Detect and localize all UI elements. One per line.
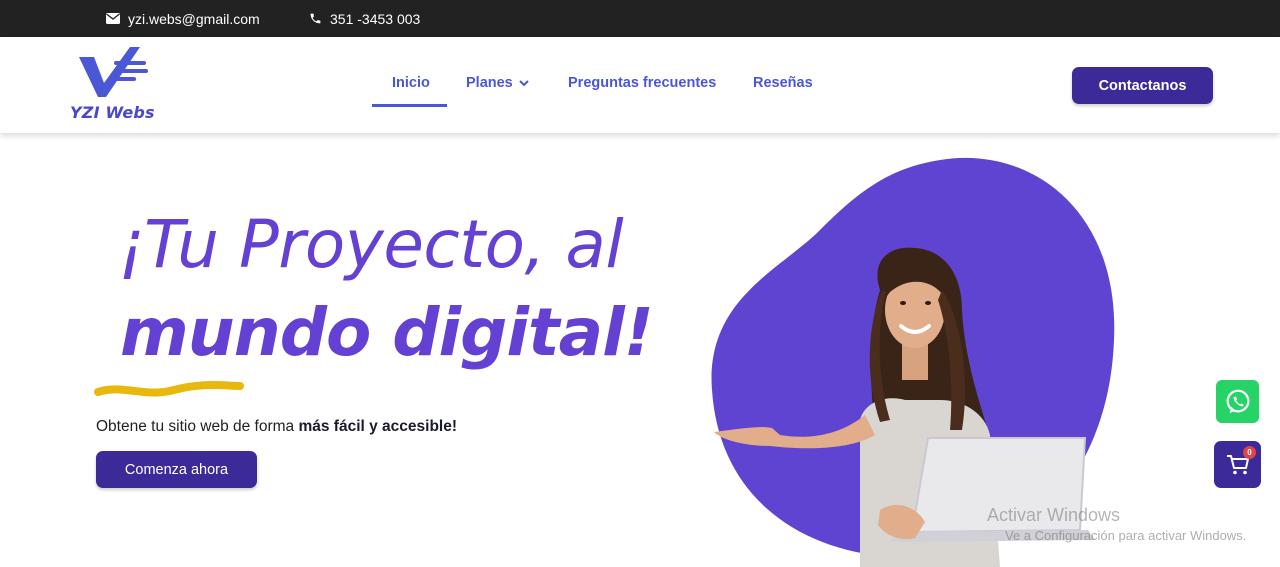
chevron-down-icon (519, 79, 529, 86)
cart-button[interactable]: 0 (1214, 441, 1261, 488)
nav-active-underline (372, 104, 447, 107)
whatsapp-icon (1226, 389, 1249, 413)
yellow-squiggle-decoration (94, 381, 244, 397)
top-contact-bar: yzi.webs@gmail.com 351 -3453 003 (0, 0, 1280, 37)
topbar-phone[interactable]: 351 -3453 003 (309, 0, 420, 37)
activation-watermark-subtitle: Ve a Configuración para activar Windows. (1005, 528, 1247, 543)
contact-button[interactable]: Contactanos (1072, 67, 1213, 104)
hero-title-line2: mundo digital! (120, 294, 654, 371)
activation-watermark-title: Activar Windows (987, 505, 1121, 525)
topbar-email[interactable]: yzi.webs@gmail.com (106, 0, 260, 37)
hero-subtitle-plain: Obtene tu sitio web de forma (96, 418, 299, 435)
site-header: YZI Webs Inicio Planes Preguntas frecuen… (0, 37, 1280, 133)
phone-icon (310, 13, 321, 24)
start-now-button[interactable]: Comenza ahora (96, 451, 257, 488)
envelope-icon (106, 13, 120, 24)
hero-title-line1: ¡Tu Proyecto, al (118, 206, 624, 283)
hero-subtitle-bold: más fácil y accesible! (298, 418, 458, 435)
nav-item-planes[interactable]: Planes (466, 75, 529, 91)
nav-item-planes-label: Planes (466, 75, 513, 91)
hero-subtitle: Obtene tu sitio web de forma más fácil y… (96, 418, 457, 436)
nav-item-inicio[interactable]: Inicio (392, 75, 430, 91)
cart-count-badge: 0 (1243, 446, 1256, 459)
topbar-email-text: yzi.webs@gmail.com (128, 10, 260, 27)
topbar-phone-text: 351 -3453 003 (330, 10, 421, 27)
whatsapp-button[interactable] (1216, 380, 1259, 423)
nav-item-resenas[interactable]: Reseñas (753, 75, 813, 91)
nav-item-preguntas[interactable]: Preguntas frecuentes (568, 75, 716, 91)
